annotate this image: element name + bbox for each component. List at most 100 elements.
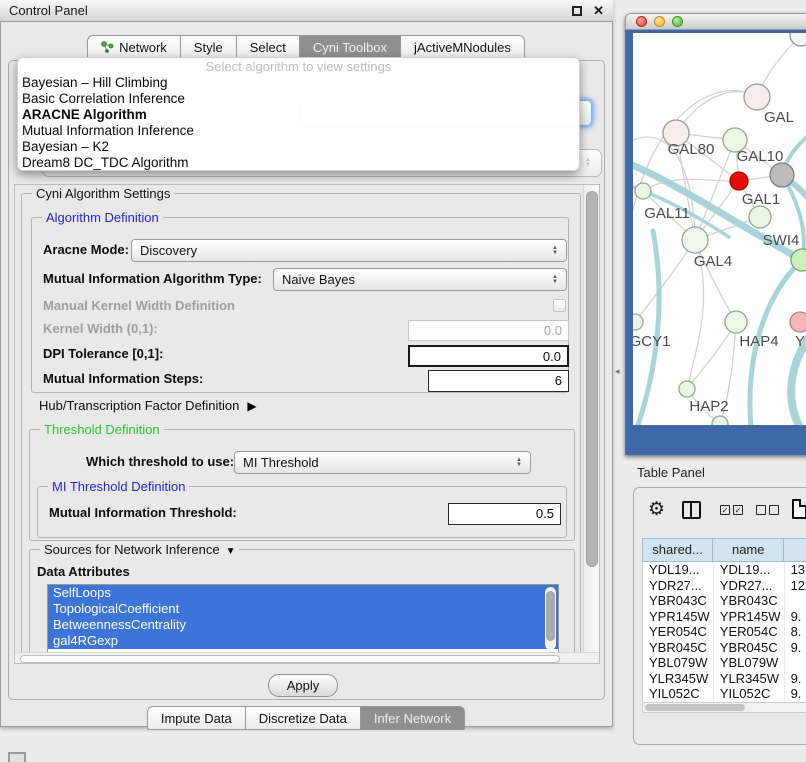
- table-cell: YBL079W: [643, 655, 714, 671]
- tab-infer-network[interactable]: Infer Network: [360, 706, 465, 730]
- node-hap4[interactable]: [725, 311, 747, 333]
- table-cell: 8.: [785, 624, 806, 640]
- node-bottom-partial[interactable]: [712, 416, 728, 425]
- table-row[interactable]: YLR345WYLR345W9.: [643, 671, 806, 687]
- kernel-width-field[interactable]: 0.0: [408, 320, 569, 341]
- table-cell: YBR045C: [714, 640, 785, 656]
- table-row[interactable]: YBR045CYBR045C9.: [643, 640, 806, 656]
- zoom-traffic-light-icon[interactable]: [672, 16, 683, 27]
- table-row[interactable]: YBL079WYBL079W: [643, 655, 806, 671]
- data-attributes-list: SelfLoopsTopologicalCoefficientBetweenne…: [47, 584, 559, 653]
- attribute-item-topologicalcoefficient[interactable]: TopologicalCoefficient: [48, 601, 558, 617]
- mi-type-combo[interactable]: Naive Bayes ▲▼: [273, 268, 567, 291]
- tab-jactivemnodules[interactable]: jActiveMNodules: [400, 35, 525, 59]
- manual-kernel-checkbox[interactable]: [553, 299, 566, 312]
- stepper-icon: ▲▼: [545, 275, 558, 285]
- dropdown-item-dream8-dc-tdc-algorithm[interactable]: Dream8 DC_TDC Algorithm: [18, 155, 579, 171]
- dropdown-item-bayesian-hill-climbing[interactable]: Bayesian – Hill Climbing: [18, 75, 579, 91]
- dpi-tolerance-field[interactable]: 0.0: [408, 345, 569, 367]
- minimize-traffic-light-icon[interactable]: [654, 16, 665, 27]
- close-traffic-light-icon[interactable]: [636, 16, 647, 27]
- node-hap2[interactable]: [679, 381, 695, 397]
- node-gal11[interactable]: [635, 183, 651, 199]
- network-window-titlebar: [625, 13, 806, 30]
- splitter-collapse-icon[interactable]: ◂: [615, 366, 620, 377]
- table-row[interactable]: YDL19...YDL19...13: [643, 562, 806, 578]
- tab-select[interactable]: Select: [236, 35, 300, 59]
- apply-button[interactable]: Apply: [268, 674, 338, 697]
- table-cell: YBR045C: [643, 640, 714, 656]
- deselect-all-icon[interactable]: [756, 505, 779, 515]
- which-threshold-label: Which threshold to use:: [86, 451, 234, 473]
- aracne-mode-combo[interactable]: Discovery ▲▼: [131, 239, 567, 262]
- table-hscrollbar[interactable]: [642, 702, 806, 713]
- dropdown-item-mutual-information-inference[interactable]: Mutual Information Inference: [18, 123, 579, 139]
- settings-vscrollbar[interactable]: [583, 185, 600, 652]
- dropdown-item-basic-correlation-inference[interactable]: Basic Correlation Inference: [18, 91, 579, 107]
- table-cell: 13: [785, 562, 806, 578]
- tab-style[interactable]: Style: [180, 35, 237, 59]
- list-scrollbar[interactable]: [545, 587, 556, 650]
- node-gray[interactable]: [770, 163, 794, 187]
- attribute-table: shared...name YDL19...YDL19...13YDR27...…: [642, 538, 806, 702]
- mi-threshold-field[interactable]: 0.5: [448, 503, 561, 525]
- tab-discretize-data[interactable]: Discretize Data: [245, 706, 361, 730]
- split-columns-icon[interactable]: [682, 501, 701, 519]
- hub-definition-toggle[interactable]: Hub/Transcription Factor Definition▶: [39, 395, 257, 417]
- table-cell: YBL079W: [714, 655, 785, 671]
- table-row[interactable]: YBR043CYBR043C: [643, 593, 806, 609]
- node-gal4[interactable]: [682, 227, 708, 253]
- node-pink-right[interactable]: [790, 312, 806, 332]
- table-cell: YER054C: [714, 624, 785, 640]
- tab-network[interactable]: Network: [87, 35, 181, 59]
- table-row[interactable]: YIL052CYIL052C9.: [643, 686, 806, 702]
- table-cell: 9.: [785, 640, 806, 656]
- mi-threshold-title: MI Threshold Definition: [48, 479, 189, 494]
- kernel-width-label: Kernel Width (0,1):: [43, 318, 158, 340]
- float-window-icon[interactable]: [572, 6, 582, 16]
- node-selected-red[interactable]: [730, 172, 748, 190]
- mi-type-label: Mutual Information Algorithm Type:: [43, 268, 262, 290]
- settings-hscrollbar[interactable]: [15, 652, 600, 664]
- table-cell: 9.: [785, 609, 806, 625]
- table-cell: YBR043C: [714, 593, 785, 609]
- node-swi4-label: SWI4: [763, 232, 800, 249]
- network-edges: [633, 35, 806, 425]
- attribute-item-betweennesscentrality[interactable]: BetweennessCentrality: [48, 617, 558, 633]
- node-hap2-label: HAP2: [689, 398, 728, 415]
- node-gcy1[interactable]: [633, 314, 643, 330]
- table-cell: 12: [785, 578, 806, 594]
- new-table-icon[interactable]: [792, 499, 806, 519]
- which-threshold-combo[interactable]: MI Threshold ▲▼: [234, 451, 531, 474]
- dropdown-item-bayesian-k2[interactable]: Bayesian – K2: [18, 139, 579, 155]
- attribute-item-selfloops[interactable]: SelfLoops: [48, 585, 558, 601]
- sources-title[interactable]: Sources for Network Inference▼: [40, 542, 239, 557]
- table-cell: YIL052C: [714, 686, 785, 702]
- mi-steps-field[interactable]: 6: [428, 370, 569, 392]
- table-cell: YDL19...: [643, 562, 714, 578]
- table-row[interactable]: YER054CYER054C8.: [643, 624, 806, 640]
- select-all-icon[interactable]: ✓✓: [720, 505, 743, 515]
- table-cell: YBR043C: [643, 593, 714, 609]
- table-row[interactable]: YPR145WYPR145W9.: [643, 609, 806, 625]
- tab-cyni-toolbox[interactable]: Cyni Toolbox: [299, 35, 401, 59]
- tab-impute-data[interactable]: Impute Data: [147, 706, 246, 730]
- network-canvas[interactable]: GALGAL80GAL10GAL1GAL11SWI4GAL4GCY1HAP4YH…: [633, 33, 806, 425]
- column-header-name[interactable]: name: [713, 538, 784, 562]
- attribute-item-gal4rgexp[interactable]: gal4RGexp: [48, 633, 558, 649]
- table-cell: YLR345W: [714, 671, 785, 687]
- column-header-2[interactable]: [784, 538, 806, 562]
- control-panel-tabbar: NetworkStyleSelectCyni ToolboxjActiveMNo…: [0, 35, 613, 59]
- gear-icon[interactable]: ⚙: [648, 498, 665, 521]
- node-gal1[interactable]: [749, 206, 771, 228]
- table-cell: 9.: [785, 686, 806, 702]
- table-row[interactable]: YDR27...YDR27...12: [643, 578, 806, 594]
- control-panel-title: Control Panel: [9, 3, 88, 18]
- table-cell: YER054C: [643, 624, 714, 640]
- dropdown-hint: Select algorithm to view settings: [18, 58, 579, 75]
- close-icon[interactable]: ✕: [593, 6, 604, 16]
- dropdown-item-aracne-algorithm[interactable]: ARACNE Algorithm: [18, 107, 579, 123]
- node-hap4-label: HAP4: [739, 333, 778, 350]
- node-gal-right[interactable]: [744, 84, 770, 110]
- column-header-shared[interactable]: shared...: [642, 538, 713, 562]
